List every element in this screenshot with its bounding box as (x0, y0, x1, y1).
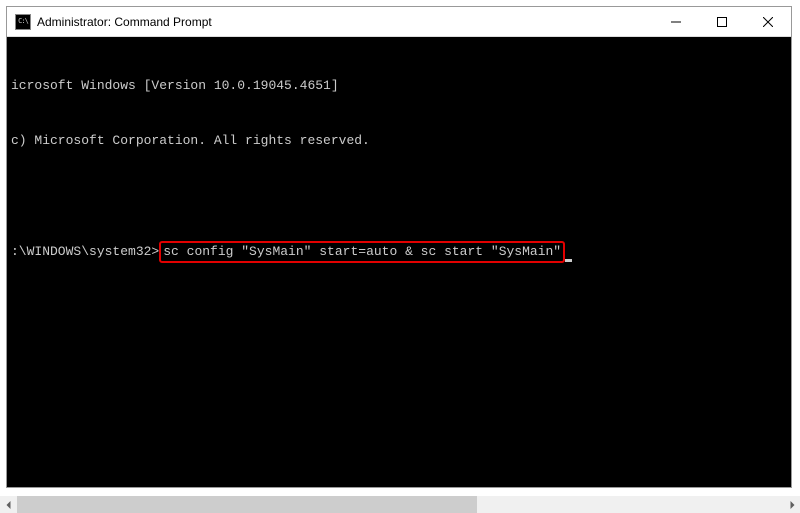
terminal-line-version: icrosoft Windows [Version 10.0.19045.465… (11, 77, 791, 95)
terminal-area[interactable]: icrosoft Windows [Version 10.0.19045.465… (7, 37, 791, 487)
maximize-button[interactable] (699, 7, 745, 37)
horizontal-scrollbar[interactable] (0, 496, 800, 513)
terminal-command-line: :\WINDOWS\system32> sc config "SysMain" s… (11, 241, 791, 263)
command-prompt-window: C:\ Administrator: Command Prompt icroso… (6, 6, 792, 488)
scroll-left-button[interactable] (0, 496, 17, 513)
window-controls (653, 7, 791, 36)
close-button[interactable] (745, 7, 791, 37)
command-highlight: sc config "SysMain" start=auto & sc star… (159, 241, 565, 263)
cursor (565, 259, 572, 262)
terminal-blank-line (11, 187, 791, 205)
scroll-right-button[interactable] (783, 496, 800, 513)
window-title: Administrator: Command Prompt (37, 15, 653, 29)
scroll-track[interactable] (17, 496, 783, 513)
minimize-button[interactable] (653, 7, 699, 37)
prompt-path: :\WINDOWS\system32> (11, 244, 159, 259)
titlebar[interactable]: C:\ Administrator: Command Prompt (7, 7, 791, 37)
terminal-line-copyright: c) Microsoft Corporation. All rights res… (11, 132, 791, 150)
scroll-thumb[interactable] (17, 496, 477, 513)
command-text: sc config "SysMain" start=auto & sc star… (163, 244, 561, 259)
cmd-icon: C:\ (15, 14, 31, 30)
